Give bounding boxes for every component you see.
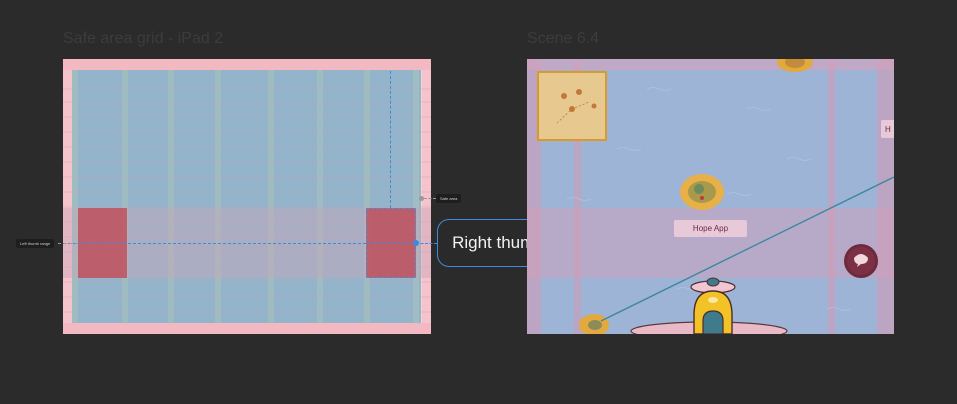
safe-area-grid-canvas (63, 59, 431, 334)
edge-button[interactable]: H (881, 120, 894, 138)
left-thumb-leader (58, 243, 78, 244)
scene-frame[interactable]: Hope App H (527, 59, 894, 334)
hope-app-button[interactable]: Hope App (674, 220, 747, 237)
scene-canvas (527, 59, 894, 334)
vertical-measure-guide (390, 71, 391, 208)
safe-area-tag[interactable]: Safe area (436, 194, 462, 203)
scene-frame-title[interactable]: Scene 6.4 (527, 30, 599, 48)
grid-frame-title[interactable]: Safe area grid - iPad 2 (63, 30, 223, 48)
safe-area-grid-frame[interactable] (63, 59, 431, 334)
connector-handle[interactable] (413, 240, 419, 246)
safe-area-leader (424, 198, 436, 199)
callout-connector (416, 243, 437, 244)
horizontal-measure-guide (63, 243, 416, 244)
left-thumb-range-tag[interactable]: Left thumb range (16, 239, 55, 248)
